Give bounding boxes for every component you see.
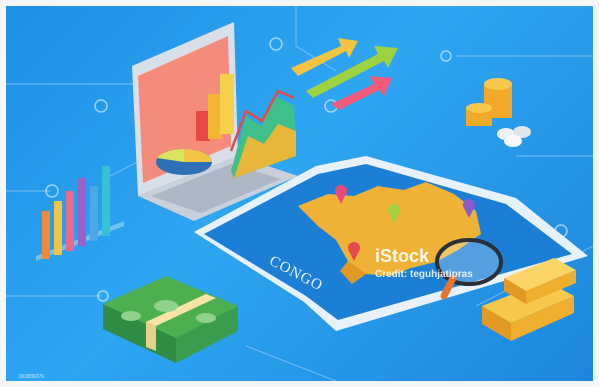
coins-icon bbox=[466, 78, 531, 147]
laptop-area-chart bbox=[229, 89, 296, 178]
bar-chart-icon bbox=[36, 166, 124, 261]
illustration-canvas bbox=[6, 6, 593, 381]
arrows-icon bbox=[291, 38, 398, 110]
watermark-brand: iStock bbox=[375, 246, 430, 266]
watermark-credit: Credit: teguhjatipras bbox=[375, 269, 473, 280]
illustration-frame: CONGO iStock Credit: teguhjatipras 96383… bbox=[6, 6, 593, 381]
image-id: 963836376 bbox=[19, 374, 45, 380]
money-stack-icon bbox=[103, 276, 238, 363]
